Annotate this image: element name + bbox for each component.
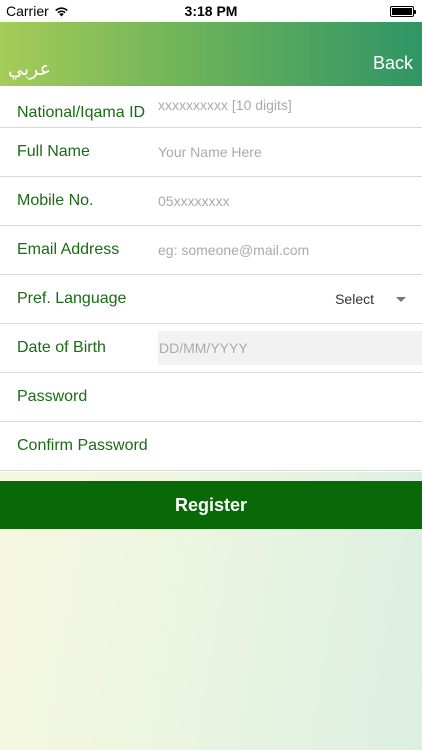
dob-placeholder: DD/MM/YYYY	[159, 340, 248, 356]
confirm-password-label: Confirm Password	[17, 437, 148, 454]
password-row: Password	[0, 373, 422, 422]
dob-label: Date of Birth	[17, 339, 106, 356]
status-bar: Carrier 3:18 PM	[0, 0, 422, 22]
password-input[interactable]	[158, 386, 414, 408]
mobile-input[interactable]	[158, 190, 414, 212]
full-name-input[interactable]	[158, 141, 414, 163]
pref-language-select[interactable]: Select	[335, 291, 406, 307]
dob-row: Date of Birth DD/MM/YYYY	[0, 324, 422, 373]
email-label: Email Address	[17, 241, 120, 258]
confirm-password-row: Confirm Password	[0, 422, 422, 471]
battery-level	[392, 7, 412, 15]
status-left: Carrier	[6, 3, 69, 19]
pref-language-row: Pref. Language Select	[0, 275, 422, 324]
back-button[interactable]: Back	[373, 53, 413, 74]
wifi-icon	[54, 6, 68, 16]
pref-language-value: Select	[335, 291, 374, 307]
password-label: Password	[17, 388, 88, 405]
national-id-label: National/Iqama ID	[17, 104, 146, 121]
battery-icon	[390, 5, 416, 17]
language-toggle[interactable]: عربي	[8, 58, 51, 80]
pref-language-label: Pref. Language	[17, 290, 127, 307]
header-bar: عربي Back	[0, 22, 422, 86]
confirm-password-input[interactable]	[158, 435, 414, 457]
full-name-label: Full Name	[17, 143, 90, 160]
email-input[interactable]	[158, 239, 414, 261]
chevron-down-icon	[396, 296, 406, 302]
carrier-name: Carrier	[6, 3, 49, 19]
mobile-label: Mobile No.	[17, 192, 94, 209]
dob-input[interactable]: DD/MM/YYYY	[158, 331, 422, 365]
register-button[interactable]: Register	[0, 481, 422, 529]
national-id-input[interactable]	[158, 94, 414, 116]
national-id-row: National/Iqama ID	[0, 86, 422, 128]
registration-form: National/Iqama ID Full Name Mobile No. E…	[0, 86, 422, 472]
full-name-row: Full Name	[0, 128, 422, 177]
mobile-row: Mobile No.	[0, 177, 422, 226]
email-row: Email Address	[0, 226, 422, 275]
